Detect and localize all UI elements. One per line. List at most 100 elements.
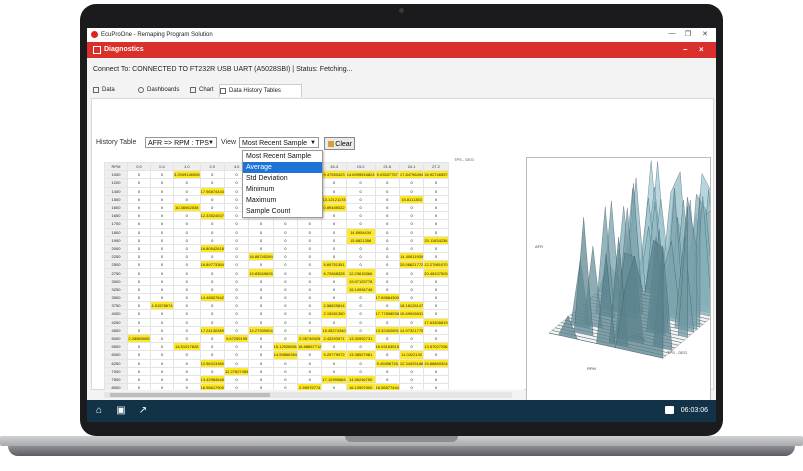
grid-cell[interactable]: 0 — [223, 374, 250, 385]
grid-cell[interactable]: 0 — [150, 211, 174, 221]
grid-cell[interactable]: 0 — [374, 186, 400, 196]
grid-cell[interactable]: 0 — [398, 342, 425, 352]
grid-cell[interactable]: 0 — [127, 366, 151, 376]
tab-dashboards[interactable]: Dashboards — [138, 84, 179, 96]
grid-cell[interactable]: 15.8111353 — [398, 194, 425, 204]
grid-cell[interactable]: 0 — [223, 219, 250, 229]
grid-cell[interactable]: 0 — [199, 178, 225, 188]
grid-cell[interactable]: 0 — [150, 325, 174, 335]
grid-cell[interactable]: 0 — [199, 227, 225, 237]
grid-cell[interactable]: 0 — [321, 366, 347, 376]
grid-cell[interactable]: 17.69864300 — [374, 292, 400, 303]
grid-cell[interactable]: 16.80542618 — [199, 243, 225, 254]
grid-cell[interactable]: 0 — [297, 374, 323, 385]
grid-cell[interactable]: 0 — [199, 252, 225, 262]
grid-cell[interactable]: 0 — [199, 350, 225, 360]
grid-cell[interactable]: 0 — [150, 342, 174, 352]
grid-cell[interactable]: 0 — [398, 227, 425, 237]
grid-cell[interactable]: 0 — [248, 243, 274, 254]
home-icon[interactable]: ⌂ — [93, 405, 105, 417]
grid-cell[interactable]: 0 — [423, 276, 449, 286]
grid-cell[interactable]: 0 — [374, 317, 400, 327]
grid-cell[interactable]: 0 — [297, 366, 323, 376]
grid-cell[interactable]: 0 — [272, 383, 299, 390]
grid-cell[interactable]: 0 — [127, 260, 151, 270]
grid-cell[interactable]: 0 — [173, 186, 201, 196]
grid-cell[interactable]: 0 — [423, 309, 449, 319]
grid-cell[interactable]: 0 — [248, 374, 274, 385]
grid-cell[interactable]: 13.32402891 — [374, 325, 400, 335]
grid-cell[interactable]: 0 — [127, 268, 151, 278]
grid-cell[interactable]: 0 — [423, 194, 449, 204]
grid-cell[interactable]: 0 — [297, 276, 323, 286]
tab-data-history-tables[interactable]: Data History Tables — [219, 84, 302, 97]
grid-cell[interactable]: 14.48507642 — [199, 292, 225, 303]
grid-cell[interactable]: 0 — [248, 333, 274, 344]
grid-cell[interactable]: 0 — [127, 309, 151, 319]
grid-cell[interactable]: 2.59975774 — [297, 383, 323, 390]
grid-cell[interactable]: 0 — [173, 383, 201, 390]
grid-cell[interactable]: 0 — [423, 202, 449, 213]
grid-cell[interactable]: 0 — [173, 276, 201, 286]
grid-cell[interactable]: 0 — [398, 202, 425, 213]
restore-button[interactable]: ❐ — [681, 30, 695, 38]
grid-cell[interactable]: 14.27939904 — [248, 325, 274, 335]
grid-cell[interactable]: 6.72668328 — [321, 268, 347, 278]
grid-cell[interactable]: 0 — [272, 276, 299, 286]
scrollbar-thumb[interactable] — [110, 393, 270, 397]
grid-cell[interactable]: 0 — [248, 219, 274, 229]
grid-cell[interactable]: 0 — [127, 350, 151, 360]
grid-cell[interactable]: 0 — [127, 194, 151, 204]
grid-cell[interactable]: 13.12121178 — [321, 194, 347, 204]
grid-cell[interactable]: 0 — [398, 219, 425, 229]
grid-cell[interactable]: 0 — [223, 358, 250, 368]
grid-cell[interactable]: 13.57027256 — [423, 342, 449, 352]
grid-cell[interactable]: 0 — [223, 383, 250, 390]
grid-cell[interactable]: 0 — [150, 227, 174, 237]
grid-cell[interactable]: 0 — [374, 235, 400, 245]
grid-cell[interactable]: 0 — [272, 309, 299, 319]
grid-cell[interactable]: 0 — [199, 170, 225, 180]
grid-cell[interactable]: 0 — [272, 260, 299, 270]
grid-cell[interactable]: 0 — [127, 178, 151, 188]
grid-cell[interactable]: 13.42984646 — [199, 374, 225, 385]
grid-cell[interactable]: 0 — [150, 276, 174, 286]
grid-cell[interactable]: 0 — [173, 268, 201, 278]
grid-cell[interactable]: 4.51578674 — [150, 301, 174, 311]
grid-cell[interactable]: 12.33524537 — [199, 211, 225, 221]
grid-cell[interactable]: 0 — [398, 284, 425, 295]
grid-cell[interactable]: 17.84796494 — [398, 170, 425, 180]
grid-cell[interactable]: 14.6995516824 — [345, 170, 376, 180]
grid-cell[interactable]: 0 — [223, 260, 250, 270]
tab-data-lists[interactable]: Data Lists — [93, 84, 115, 105]
view-option[interactable]: Sample Count — [243, 206, 322, 217]
grid-cell[interactable]: 19.83549626 — [248, 268, 274, 278]
grid-cell[interactable]: 0 — [248, 301, 274, 311]
grid-cell[interactable]: 0 — [398, 317, 425, 327]
grid-cell[interactable]: 15.69926631 — [398, 309, 425, 319]
grid-cell[interactable]: 0 — [127, 211, 151, 221]
view-option[interactable]: Std Deviation — [243, 173, 322, 184]
chat-icon[interactable] — [665, 406, 674, 414]
grid-cell[interactable]: 12.27627455 — [223, 366, 250, 376]
view-option[interactable]: Most Recent Sample — [243, 151, 322, 162]
grid-cell[interactable]: 0 — [150, 186, 174, 196]
grid-cell[interactable]: 0 — [150, 260, 174, 270]
grid-cell[interactable]: 0 — [297, 252, 323, 262]
grid-cell[interactable]: 0 — [345, 219, 376, 229]
grid-cell[interactable]: 17.24130389 — [199, 325, 225, 335]
grid-cell[interactable]: 0 — [173, 227, 201, 237]
grid-cell[interactable]: 0 — [374, 243, 400, 254]
grid-cell[interactable]: 0 — [150, 235, 174, 245]
grid-cell[interactable]: 0 — [150, 284, 174, 295]
grid-cell[interactable]: 12.23615366 — [345, 268, 376, 278]
window-close-button[interactable]: ✕ — [698, 30, 712, 38]
grid-cell[interactable]: 0 — [345, 366, 376, 376]
grid-cell[interactable]: 9.49456726 — [374, 358, 400, 368]
grid-cell[interactable]: 0 — [173, 358, 201, 368]
grid-cell[interactable]: 0 — [297, 309, 323, 319]
grid-cell[interactable]: 0 — [272, 374, 299, 385]
grid-cell[interactable]: 9.67259195 — [223, 333, 250, 344]
grid-cell[interactable]: 0 — [199, 268, 225, 278]
grid-cell[interactable]: 0 — [398, 268, 425, 278]
